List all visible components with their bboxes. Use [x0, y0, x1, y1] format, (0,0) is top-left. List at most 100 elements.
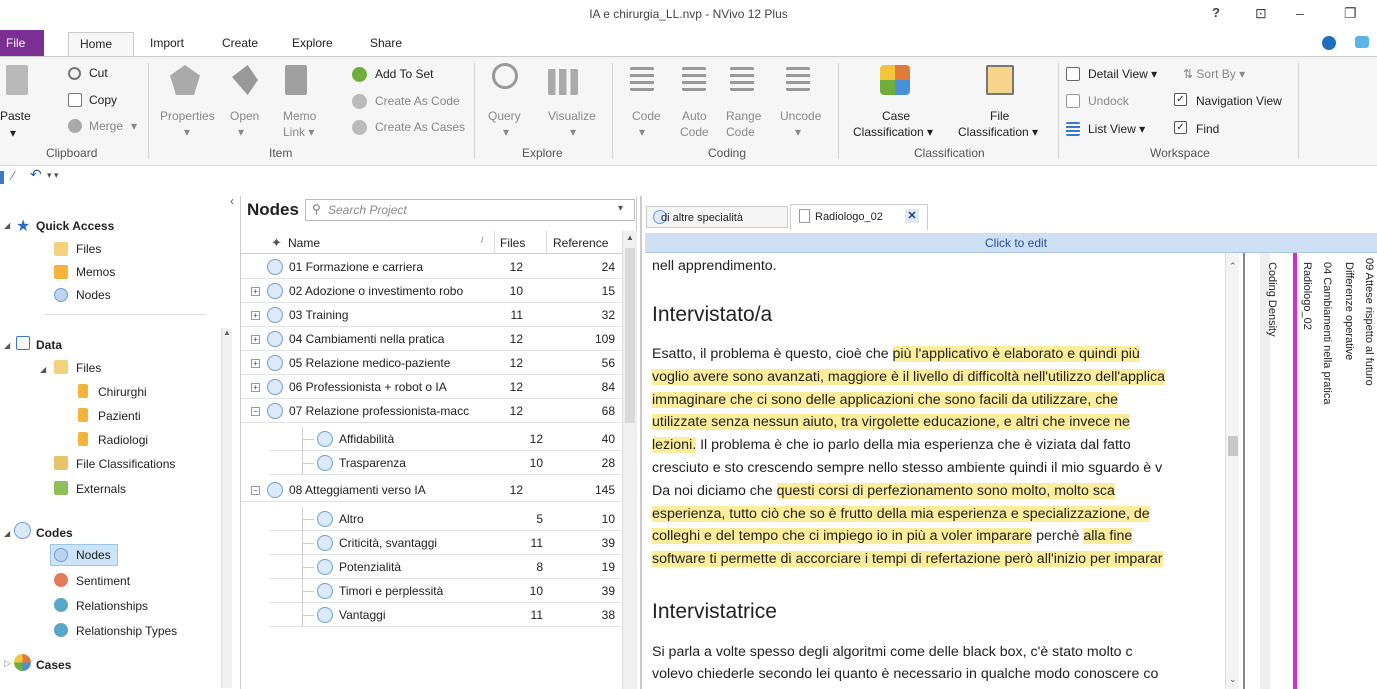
tab-create[interactable]: Create [222, 36, 258, 50]
query-button[interactable]: Query [488, 109, 521, 123]
collapse-nav-icon[interactable]: ‹ [230, 194, 234, 208]
maximize-button[interactable]: ❐ [1344, 5, 1357, 22]
expand-data-icon[interactable]: ◢ [4, 341, 10, 350]
nodes-scrollbar[interactable]: ▲ [622, 231, 637, 689]
chat-icon[interactable] [1355, 36, 1369, 48]
merge-button[interactable]: Merge [89, 119, 123, 133]
node-row[interactable]: Trasparenza 10 28 [269, 451, 621, 475]
data-header[interactable]: Data [36, 338, 62, 352]
paste-button[interactable]: Paste [0, 109, 31, 123]
create-as-cases-button[interactable]: Create As Cases [375, 120, 465, 134]
file-classification-button[interactable]: File [990, 109, 1009, 123]
close-icon[interactable]: ✕ [905, 209, 919, 223]
tab-import[interactable]: Import [150, 36, 184, 50]
nav-nodes[interactable]: Nodes [76, 548, 111, 562]
add-to-set-button[interactable]: Add To Set [375, 67, 434, 81]
code-button[interactable]: Code [632, 109, 661, 123]
node-row[interactable]: 01 Formazione e carriera 12 24 [241, 255, 621, 279]
tab-doc-1[interactable]: di altre specialità [646, 206, 788, 228]
node-row[interactable]: Criticità, svantaggi 11 39 [269, 531, 621, 555]
expand-cases-icon[interactable]: ▷ [4, 658, 11, 669]
collapse-icon[interactable]: − [251, 486, 260, 495]
node-row[interactable]: Vantaggi 11 38 [269, 603, 621, 627]
visualize-button[interactable]: Visualize [548, 109, 596, 123]
nav-relationship-types[interactable]: Relationship Types [76, 624, 177, 638]
col-files-header[interactable]: Files [500, 236, 525, 250]
auto-code-button[interactable]: Auto [682, 109, 707, 123]
stripe-label-attese[interactable]: 09 Attese rispetto al futuro [1363, 258, 1375, 386]
memo-button[interactable]: Memo [283, 109, 316, 123]
nav-relationships[interactable]: Relationships [76, 599, 148, 613]
nav-folder-pazienti[interactable]: Pazienti [98, 409, 141, 423]
node-row[interactable]: +02 Adozione o investimento robo 10 15 [241, 279, 621, 303]
expand-files-icon[interactable]: ◢ [40, 365, 46, 374]
nav-file-classifications[interactable]: File Classifications [76, 457, 175, 471]
expand-icon[interactable]: + [251, 383, 260, 392]
nav-folder-chirurghi[interactable]: Chirurghi [98, 385, 147, 399]
save-icon[interactable] [0, 171, 4, 184]
tab-home[interactable]: Home [68, 32, 134, 56]
cases-header[interactable]: Cases [36, 658, 71, 672]
node-row[interactable]: − 08 Atteggiamenti verso IA 12 145 [241, 478, 621, 502]
range-code-button[interactable]: Range [726, 109, 761, 123]
nav-externals[interactable]: Externals [76, 482, 126, 496]
node-row[interactable]: Altro 5 10 [269, 507, 621, 531]
node-row[interactable]: +05 Relazione medico-paziente 12 56 [241, 351, 621, 375]
col-name-header[interactable]: Name [288, 236, 320, 250]
restore-ribbon-button[interactable]: ⊡ [1255, 5, 1267, 22]
node-row[interactable]: +06 Professionista + robot o IA 12 84 [241, 375, 621, 399]
nav-sentiment[interactable]: Sentiment [76, 574, 130, 588]
list-view-button[interactable]: List View [1088, 122, 1136, 136]
qa-files[interactable]: Files [76, 242, 101, 256]
qa-memos[interactable]: Memos [76, 265, 115, 279]
cut-button[interactable]: Cut [89, 66, 108, 80]
node-row[interactable]: Affidabilità 12 40 [269, 427, 621, 451]
nav-files[interactable]: Files [76, 361, 101, 375]
detail-view-button[interactable]: Detail View [1088, 67, 1148, 81]
minimize-button[interactable]: – [1296, 5, 1304, 21]
expand-quick-access-icon[interactable]: ◢ [4, 221, 10, 230]
tab-share[interactable]: Share [370, 36, 402, 50]
search-dropdown-icon[interactable]: ▾ [618, 203, 623, 214]
nav-folder-radiologi[interactable]: Radiologi [98, 433, 148, 447]
globe-icon[interactable] [1322, 36, 1336, 50]
col-refs-header[interactable]: Reference [553, 236, 608, 250]
find-checkbox[interactable]: ✓ [1174, 121, 1187, 134]
expand-icon[interactable]: + [251, 335, 260, 344]
undock-button[interactable]: Undock [1088, 94, 1129, 108]
stripe-label-radiologo[interactable]: Radiologo_02 [1301, 262, 1313, 330]
expand-codes-icon[interactable]: ◢ [4, 529, 10, 538]
expand-icon[interactable]: + [251, 311, 260, 320]
properties-button[interactable]: Properties [160, 109, 215, 123]
create-as-code-button[interactable]: Create As Code [375, 94, 460, 108]
copy-button[interactable]: Copy [89, 93, 117, 107]
click-to-edit-bar[interactable]: Click to edit [645, 233, 1377, 253]
undo-icon[interactable]: ↶ [30, 166, 42, 183]
sort-by-button[interactable]: Sort By [1196, 67, 1235, 81]
node-row[interactable]: Potenzialità 8 19 [269, 555, 621, 579]
qa-nodes[interactable]: Nodes [76, 288, 111, 302]
expand-icon[interactable]: + [251, 287, 260, 296]
node-row[interactable]: +04 Cambiamenti nella pratica 12 109 [241, 327, 621, 351]
link-label[interactable]: Link [283, 125, 305, 139]
stripe-label-cambiamenti[interactable]: 04 Cambiamenti nella pratica [1321, 262, 1333, 404]
tab-file[interactable]: File [0, 30, 44, 56]
node-row[interactable]: − 07 Relazione professionista-macc 12 68 [241, 399, 621, 423]
quick-access-header[interactable]: Quick Access [36, 219, 114, 233]
tab-doc-2[interactable]: Radiologo_02 ✕ [790, 204, 928, 230]
coding-stripe[interactable] [1293, 253, 1297, 689]
expand-icon[interactable]: + [251, 359, 260, 368]
node-row[interactable]: Timori e perplessità 10 39 [269, 579, 621, 603]
open-button[interactable]: Open [230, 109, 259, 123]
case-classification-button[interactable]: Case [882, 109, 910, 123]
stripe-label-differenze[interactable]: Differenze operative [1343, 262, 1355, 360]
search-box[interactable]: ⚲ Search Project ▾ [305, 199, 635, 221]
navigation-view-checkbox[interactable]: ✓ [1174, 93, 1187, 106]
nav-scrollbar[interactable]: ▲ [221, 328, 232, 688]
node-row[interactable]: +03 Training 11 32 [241, 303, 621, 327]
qat-dropdown-icon[interactable]: ▾ ▾ [47, 170, 59, 181]
collapse-icon[interactable]: − [251, 407, 260, 416]
tab-explore[interactable]: Explore [292, 36, 333, 50]
uncode-button[interactable]: Uncode [780, 109, 821, 123]
search-input[interactable]: Search Project [328, 203, 407, 217]
